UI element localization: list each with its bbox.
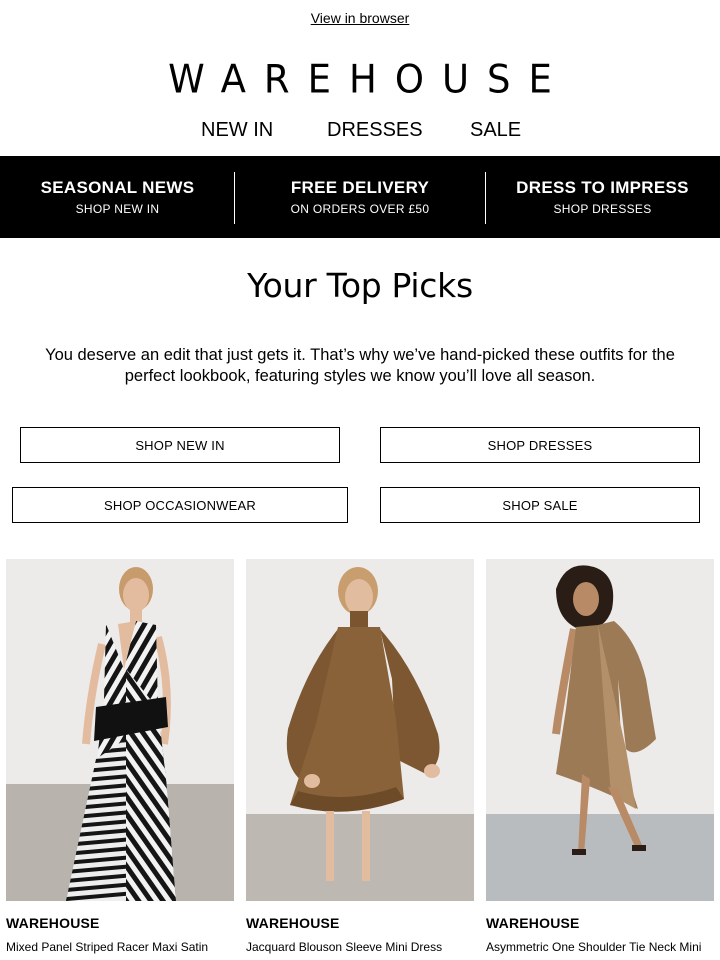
top-navigation: NEW IN DRESSES SALE [0,119,720,147]
product-brand: WAREHOUSE [486,915,580,931]
page-title: Your Top Picks [247,266,473,305]
product-name[interactable]: Mixed Panel Striped Racer Maxi Satin [6,940,234,954]
product-image[interactable] [6,559,234,901]
promo-bar: SEASONAL NEWS SHOP NEW IN FREE DELIVERY … [0,156,720,238]
striped-maxi-dress-photo [6,559,234,901]
product-card[interactable]: WAREHOUSE Mixed Panel Striped Racer Maxi… [6,559,234,954]
nav-dresses[interactable]: DRESSES [327,119,423,142]
promo-subtitle: SHOP DRESSES [553,202,652,216]
promo-subtitle: ON ORDERS OVER £50 [290,202,430,216]
brown-mini-dress-photo [246,559,474,901]
shop-new-in-button[interactable]: SHOP NEW IN [20,427,340,463]
promo-divider [234,172,235,224]
promo-title: SEASONAL NEWS [40,178,195,197]
product-name[interactable]: Jacquard Blouson Sleeve Mini Dress [246,940,474,954]
product-brand: WAREHOUSE [246,915,340,931]
shop-occasionwear-button[interactable]: SHOP OCCASIONWEAR [12,487,348,523]
product-image[interactable] [246,559,474,901]
shop-sale-button[interactable]: SHOP SALE [380,487,700,523]
view-in-browser: View in browser [0,10,720,26]
promo-title: FREE DELIVERY [290,178,430,197]
product-image[interactable] [486,559,714,901]
promo-subtitle: SHOP NEW IN [75,202,160,216]
product-card[interactable]: WAREHOUSE Asymmetric One Shoulder Tie Ne… [486,559,714,954]
promo-divider [485,172,486,224]
warehouse-logo[interactable]: WAREHOUSE [0,57,720,102]
promo-dress-to-impress[interactable]: DRESS TO IMPRESS SHOP DRESSES [485,156,720,238]
view-in-browser-link[interactable]: View in browser [311,10,410,26]
promo-title: DRESS TO IMPRESS [516,178,689,197]
intro-text: You deserve an edit that just gets it. T… [45,346,675,385]
product-card[interactable]: WAREHOUSE Jacquard Blouson Sleeve Mini D… [246,559,474,954]
nav-new-in[interactable]: NEW IN [201,119,273,142]
promo-free-delivery[interactable]: FREE DELIVERY ON ORDERS OVER £50 [235,156,485,238]
bronze-satin-dress-photo [486,559,714,901]
promo-seasonal-news[interactable]: SEASONAL NEWS SHOP NEW IN [0,156,235,238]
product-name[interactable]: Asymmetric One Shoulder Tie Neck Mini [486,940,714,954]
product-brand: WAREHOUSE [6,915,100,931]
nav-sale[interactable]: SALE [470,119,521,142]
shop-dresses-button[interactable]: SHOP DRESSES [380,427,700,463]
